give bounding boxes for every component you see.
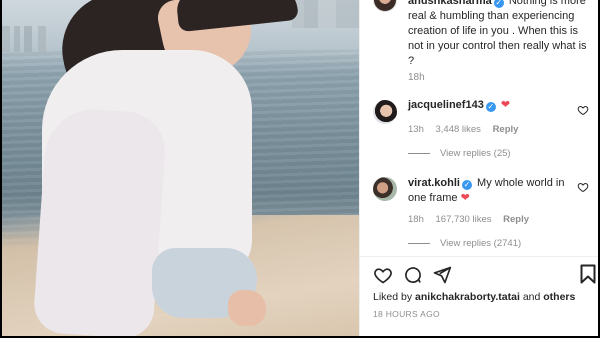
paper-plane-icon[interactable]: [432, 265, 452, 285]
bookmark-icon[interactable]: [580, 264, 596, 284]
comment-meta: 18h 167,730 likes Reply: [408, 214, 538, 225]
red-heart-emoji: ❤: [500, 99, 511, 111]
comment-jacquelinef143: jacquelinef143 ✓ ❤: [408, 98, 568, 113]
view-replies-button[interactable]: View replies (2741): [408, 238, 521, 249]
caption: anushkasharma ✓ Nothing is more real & hu…: [408, 0, 590, 69]
liked-by-and: and: [522, 291, 541, 303]
reply-button[interactable]: Reply: [493, 124, 519, 135]
heart-outline-icon[interactable]: [373, 265, 393, 285]
instagram-post: anushkasharma ✓ Nothing is more real & hu…: [2, 0, 598, 336]
comment-meta: 13h 3,448 likes Reply: [408, 124, 527, 135]
view-replies-label: View replies (25): [440, 148, 511, 159]
caption-username[interactable]: anushkasharma: [408, 0, 492, 7]
actions-divider: [360, 256, 598, 257]
comment-likes[interactable]: 3,448 likes: [436, 124, 481, 135]
comments-panel: anushkasharma ✓ Nothing is more real & hu…: [359, 0, 598, 336]
divider-line: [408, 242, 430, 244]
comment-likes[interactable]: 167,730 likes: [436, 214, 492, 225]
view-replies-button[interactable]: View replies (25): [408, 148, 511, 159]
comment-time[interactable]: 18h: [408, 214, 424, 225]
comment-time[interactable]: 13h: [408, 124, 424, 135]
post-timestamp[interactable]: 18 HOURS AGO: [373, 309, 440, 319]
photo-skyline-right: [292, 0, 359, 28]
caption-avatar[interactable]: [373, 0, 397, 12]
caption-time[interactable]: 18h: [408, 72, 425, 83]
verified-badge-icon: ✓: [493, 0, 504, 8]
comment-icon[interactable]: [403, 265, 423, 285]
red-heart-emoji: ❤: [460, 192, 470, 204]
comment-avatar-virat-kohli[interactable]: [373, 177, 397, 201]
liked-by-user-link[interactable]: anikchakraborty.tatai: [415, 291, 520, 303]
liked-by-prefix: Liked by: [373, 291, 413, 303]
liked-by-others-link[interactable]: others: [543, 291, 575, 303]
post-photo[interactable]: [2, 0, 359, 336]
verified-badge-icon: ✓: [485, 102, 496, 112]
view-replies-label: View replies (2741): [440, 238, 522, 249]
comment-username[interactable]: virat.kohli: [408, 177, 460, 189]
comment-virat-kohli: virat.kohli ✓ My whole world in one frame…: [408, 176, 568, 206]
photo-hand: [228, 290, 266, 326]
comment-username[interactable]: jacquelinef143: [408, 99, 484, 111]
photo-sleeve: [32, 106, 168, 336]
reply-button[interactable]: Reply: [503, 214, 529, 225]
liked-by: Liked by anikchakraborty.tatai and other…: [373, 291, 575, 303]
verified-badge-icon: ✓: [461, 180, 472, 190]
caption-text: Nothing is more real & humbling than exp…: [408, 0, 587, 67]
screenshot-frame: anushkasharma ✓ Nothing is more real & hu…: [0, 0, 600, 338]
comment-like-icon[interactable]: [577, 181, 589, 193]
divider-line: [408, 152, 430, 154]
comment-like-icon[interactable]: [577, 104, 589, 116]
comment-avatar-jacquelinef143[interactable]: [373, 100, 397, 124]
